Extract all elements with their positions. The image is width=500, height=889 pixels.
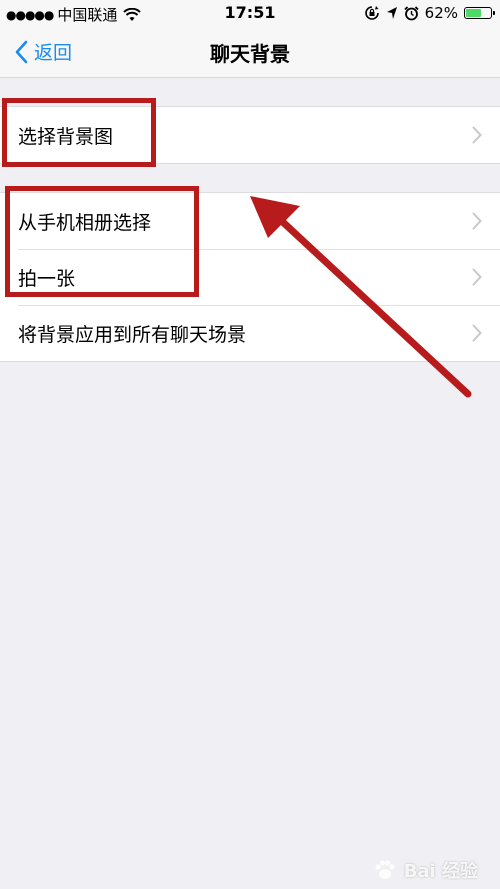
annotation-box-source-options	[5, 186, 199, 297]
battery-percent: 62%	[424, 4, 458, 22]
alarm-icon	[404, 5, 419, 20]
chevron-right-icon	[472, 268, 482, 286]
page-title: 聊天背景	[210, 42, 290, 66]
location-icon	[386, 7, 397, 19]
paw-icon	[375, 860, 395, 879]
watermark-text: Bai 经验	[403, 861, 478, 882]
chevron-right-icon	[472, 212, 482, 230]
status-right: 62%	[364, 4, 495, 22]
battery-fill	[466, 9, 481, 17]
chevron-right-icon	[472, 324, 482, 342]
row-label: 将背景应用到所有聊天场景	[18, 323, 247, 346]
battery-tip	[493, 11, 495, 15]
navigation-bar: 返回 聊天背景	[0, 28, 500, 78]
battery-icon	[464, 7, 495, 19]
status-bar: ●●●●● 中国联通 17:51 62%	[0, 0, 500, 28]
annotation-box-choose-background	[2, 98, 156, 167]
watermark: Bai 经验	[372, 857, 478, 883]
chevron-right-icon	[472, 126, 482, 144]
rotation-lock-icon	[364, 6, 379, 20]
row-apply-to-all-chats[interactable]: 将背景应用到所有聊天场景	[0, 305, 500, 361]
